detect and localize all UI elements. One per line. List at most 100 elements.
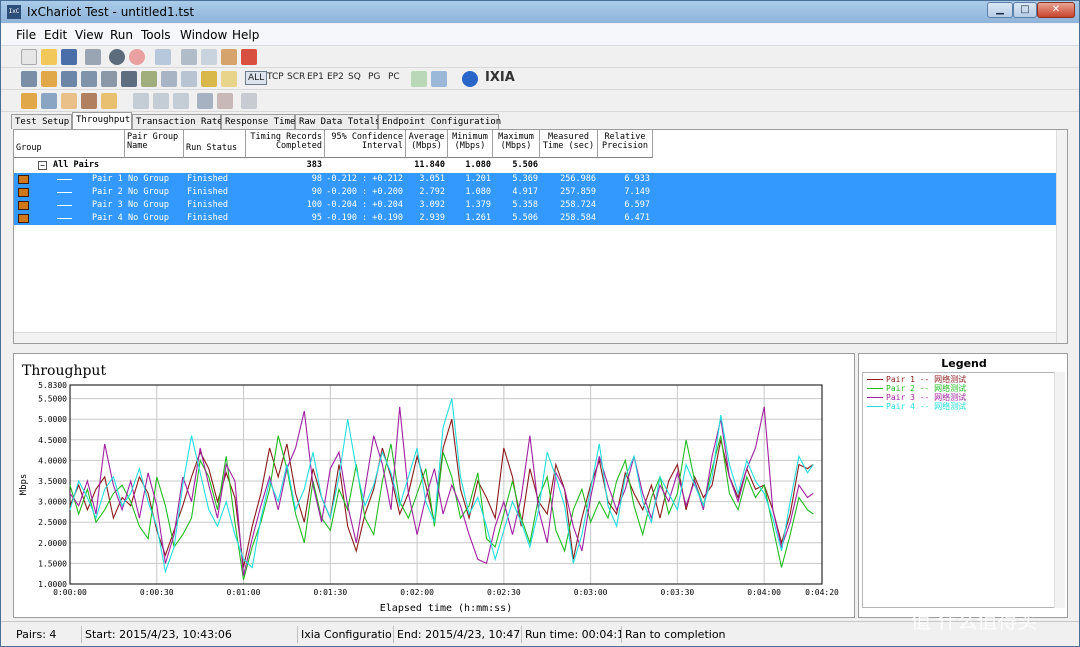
split-icon[interactable] (217, 93, 233, 109)
column-header-run-status[interactable]: Run Status (184, 130, 246, 158)
pair-name: Pair 4 (92, 213, 123, 223)
legend-item-pair-3[interactable]: Pair 3 -- 网络测试 (867, 393, 966, 402)
legend-title: Legend (941, 357, 987, 370)
tab-throughput[interactable]: Throughput (72, 112, 132, 129)
clock-icon[interactable] (155, 49, 171, 65)
add-multicast-icon[interactable] (41, 71, 57, 87)
column-header-measured-time[interactable]: Measured Time (sec) (540, 130, 598, 158)
tab-transaction-rate[interactable]: Transaction Rate (132, 114, 223, 129)
zoom-out-icon[interactable] (153, 93, 169, 109)
stop-icon[interactable] (129, 49, 145, 65)
script-icon[interactable] (141, 71, 157, 87)
confidence-interval: -0.190 : +0.190 (326, 213, 403, 223)
cut-icon[interactable] (181, 49, 197, 65)
legend-item-pair-2[interactable]: Pair 2 -- 网络测试 (867, 384, 966, 393)
paste-icon[interactable] (221, 49, 237, 65)
table-row[interactable]: Pair 4 No Group Finished 95 -0.190 : +0.… (14, 212, 1056, 225)
menu-window[interactable]: Window (180, 28, 227, 42)
table-row[interactable]: Pair 2 No Group Finished 90 -0.200 : +0.… (14, 186, 1056, 199)
pg-button[interactable]: PG (368, 72, 380, 82)
add-pair-icon[interactable] (21, 71, 37, 87)
legend-item-pair-1[interactable]: Pair 1 -- 网络测试 (867, 375, 966, 384)
menu-tools[interactable]: Tools (141, 28, 171, 42)
grid-horizontal-scrollbar[interactable] (14, 332, 1056, 343)
open-folder-icon[interactable] (41, 49, 57, 65)
hand-icon[interactable] (101, 93, 117, 109)
column-header-relative-precision[interactable]: Relative Precision (598, 130, 653, 158)
column-header-minimum[interactable]: Minimum (Mbps) (448, 130, 493, 158)
link-icon[interactable] (121, 71, 137, 87)
menu-help[interactable]: Help (232, 28, 259, 42)
table-row[interactable]: Pair 3 No Group Finished 100 -0.204 : +0… (14, 199, 1056, 212)
sq-button[interactable]: SQ (348, 72, 361, 82)
tree-connector (57, 205, 72, 206)
table-row[interactable]: Pair 1 No Group Finished 98 -0.212 : +0.… (14, 173, 1056, 186)
ixia-logo: IXIA (485, 70, 515, 85)
tcp-button[interactable]: TCP (267, 72, 284, 82)
zoom-in-icon[interactable] (133, 93, 149, 109)
summary-label: All Pairs (53, 160, 100, 170)
pc-button[interactable]: PC (388, 72, 400, 82)
menu-edit[interactable]: Edit (44, 28, 67, 42)
refresh-icon[interactable] (411, 71, 427, 87)
export-icon[interactable] (431, 71, 447, 87)
tab-test-setup[interactable]: Test Setup (11, 114, 72, 129)
column-header-group[interactable]: Group (14, 130, 125, 158)
status-pairs: Pairs: 4 (16, 628, 57, 641)
legend-item-pair-4[interactable]: Pair 4 -- 网络测试 (867, 402, 966, 411)
tools-icon[interactable] (81, 93, 97, 109)
tab-endpoint-configuration[interactable]: Endpoint Configuration (378, 114, 501, 129)
column-header-confidence-interval[interactable]: 95% Confidence Interval (325, 130, 406, 158)
new-file-icon[interactable] (21, 49, 37, 65)
grid-vertical-scrollbar[interactable] (1056, 130, 1067, 343)
chart-title: Throughput (22, 363, 106, 379)
legend-swatch (867, 379, 883, 380)
zoom-fit-icon[interactable] (173, 93, 189, 109)
pair-icon (18, 201, 29, 210)
column-header-maximum[interactable]: Maximum (Mbps) (493, 130, 540, 158)
close-button[interactable]: ✕ (1037, 2, 1075, 18)
scr-button[interactable]: SCR (287, 72, 305, 82)
run-icon[interactable] (109, 49, 125, 65)
save-icon[interactable] (61, 49, 77, 65)
pair-name: Pair 2 (92, 187, 123, 197)
column-header-average[interactable]: Average (Mbps) (406, 130, 448, 158)
chart-icon[interactable] (241, 93, 257, 109)
pair-group-icon[interactable] (21, 93, 37, 109)
summary-row[interactable]: − All Pairs 383 11.840 1.080 5.506 (14, 159, 1056, 172)
delete-icon[interactable] (241, 49, 257, 65)
maximum: 5.369 (512, 174, 538, 184)
column-header-pair-group-name[interactable]: Pair Group Name (125, 130, 184, 158)
summary-minimum: 1.080 (465, 160, 491, 170)
pair-group: No Group (128, 213, 169, 223)
ep1-button[interactable]: EP1 (307, 72, 324, 82)
ungroup-icon[interactable] (61, 93, 77, 109)
info-icon[interactable] (462, 71, 478, 87)
legend-scrollbar[interactable] (1054, 372, 1065, 608)
menu-run[interactable]: Run (110, 28, 133, 42)
menu-file[interactable]: File (16, 28, 36, 42)
title-bar[interactable]: IxC IxChariot Test - untitled1.tst ▁ □ ✕ (1, 1, 1079, 23)
layout-icon[interactable] (197, 93, 213, 109)
group-icon[interactable] (161, 71, 177, 87)
edit-pair-icon[interactable] (61, 71, 77, 87)
ep2-button[interactable]: EP2 (327, 72, 344, 82)
minimize-button[interactable]: ▁ (987, 2, 1013, 18)
collapse-toggle[interactable]: − (38, 161, 47, 170)
network-icon[interactable] (81, 71, 97, 87)
swap-icon[interactable] (41, 93, 57, 109)
options-icon[interactable] (181, 71, 197, 87)
print-icon[interactable] (85, 49, 101, 65)
copy-icon[interactable] (201, 49, 217, 65)
endpoint-icon[interactable] (101, 71, 117, 87)
status-result: Ran to completion (621, 626, 821, 643)
maximize-button[interactable]: □ (1013, 2, 1037, 18)
info-pair-icon[interactable] (221, 71, 237, 87)
tab-raw-data-totals[interactable]: Raw Data Totals (295, 114, 380, 129)
menu-view[interactable]: View (75, 28, 103, 42)
confidence-interval: -0.204 : +0.204 (326, 200, 403, 210)
column-header-timing-records[interactable]: Timing Records Completed (246, 130, 325, 158)
all-protocols-button[interactable]: ALL (245, 71, 268, 85)
filter-icon[interactable] (201, 71, 217, 87)
tab-response-time[interactable]: Response Time (221, 114, 295, 129)
